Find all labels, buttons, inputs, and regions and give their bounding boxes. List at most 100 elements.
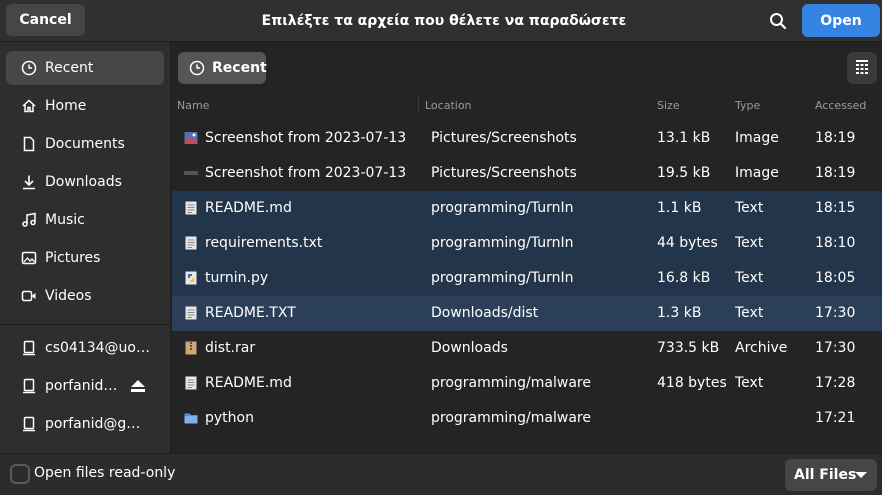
file-location: programming/TurnIn — [431, 235, 574, 251]
file-row[interactable]: README.TXT Downloads/dist 1.3 kB Text 17… — [172, 296, 882, 331]
sidebar-item-downloads[interactable]: Downloads — [6, 165, 164, 199]
file-row[interactable]: README.md programming/TurnIn 1.1 kB Text… — [172, 191, 882, 226]
file-size: 418 bytes — [657, 375, 727, 391]
path-button-label: Recent — [212, 60, 267, 76]
file-row[interactable]: python programming/malware 17:21 — [172, 401, 882, 436]
network-drive-icon — [21, 340, 37, 356]
file-row[interactable]: Screenshot from 2023-07-13 18- Pictures/… — [172, 156, 882, 191]
text-file-icon — [185, 201, 197, 215]
sidebar-item-videos[interactable]: Videos — [6, 279, 164, 313]
file-location: Downloads/dist — [431, 305, 539, 321]
readonly-checkbox[interactable] — [10, 464, 30, 484]
text-file-icon — [185, 306, 197, 320]
sidebar-item-documents[interactable]: Documents — [6, 127, 164, 161]
open-button[interactable]: Open — [802, 4, 880, 37]
text-file-icon — [185, 376, 197, 390]
column-header-type[interactable]: Type — [735, 99, 760, 112]
file-name: README.md — [205, 375, 292, 391]
view-toggle-button[interactable] — [847, 52, 877, 84]
file-row[interactable]: turnin.py programming/TurnIn 16.8 kB Tex… — [172, 261, 882, 296]
grid-view-icon — [856, 60, 868, 74]
file-size: 1.1 kB — [657, 200, 702, 216]
file-accessed: 17:21 — [815, 410, 856, 426]
sidebar-item-label: Documents — [45, 136, 125, 152]
file-name: dist.rar — [205, 340, 256, 356]
file-size: 733.5 kB — [657, 340, 720, 356]
music-icon — [21, 212, 37, 228]
sidebar-item-pictures[interactable]: Pictures — [6, 241, 164, 275]
chevron-down-icon — [855, 472, 867, 478]
file-size: 16.8 kB — [657, 270, 711, 286]
search-icon — [770, 13, 787, 30]
file-row[interactable]: dist.rar Downloads 733.5 kB Archive 17:3… — [172, 331, 882, 366]
file-filter-dropdown[interactable]: All Files — [785, 459, 877, 491]
file-size: 1.3 kB — [657, 305, 702, 321]
download-icon — [21, 174, 37, 190]
file-name: README.TXT — [205, 305, 296, 321]
sidebar-item-label: Home — [45, 98, 87, 114]
sidebar-item-label: porfanid@g… — [45, 416, 141, 432]
dialog-title: Επιλέξτε τα αρχεία που θέλετε να παραδώσ… — [261, 13, 627, 29]
sidebar-item-network-cs04134[interactable]: cs04134@uo… — [6, 331, 164, 365]
file-type: Text — [735, 200, 764, 216]
pictures-icon — [21, 250, 37, 266]
file-row[interactable]: requirements.txt programming/TurnIn 44 b… — [172, 226, 882, 261]
column-divider — [418, 96, 419, 114]
sidebar-separator — [0, 324, 170, 325]
file-accessed: 18:19 — [815, 130, 856, 146]
sidebar-item-label: Pictures — [45, 250, 101, 266]
file-type: Image — [735, 165, 779, 181]
sidebar-item-label: Downloads — [45, 174, 122, 190]
search-button[interactable] — [762, 5, 794, 37]
footer-bar: Open files read-only All Files — [0, 453, 882, 495]
file-location: Downloads — [431, 340, 508, 356]
file-filter-label: All Files — [794, 467, 857, 483]
sidebar-item-network-porfanid-g[interactable]: porfanid@g… — [6, 407, 164, 441]
sidebar-item-drive-porfanid[interactable]: porfanid… — [6, 369, 164, 403]
sidebar-item-label: cs04134@uo… — [45, 340, 150, 356]
home-icon — [21, 98, 37, 114]
file-accessed: 18:15 — [815, 200, 856, 216]
clock-icon — [189, 60, 205, 76]
column-header-accessed[interactable]: Accessed — [815, 99, 866, 112]
column-header-name[interactable]: Name — [177, 99, 209, 112]
eject-icon[interactable] — [130, 379, 146, 393]
file-name: requirements.txt — [205, 235, 323, 251]
file-list: Screenshot from 2023-07-13 18- Pictures/… — [172, 121, 882, 453]
file-location: programming/malware — [431, 410, 591, 426]
file-type: Text — [735, 375, 764, 391]
file-row[interactable]: README.md programming/malware 418 bytes … — [172, 366, 882, 401]
folder-icon — [184, 413, 198, 424]
file-type: Text — [735, 270, 764, 286]
file-type: Image — [735, 130, 779, 146]
file-type: Archive — [735, 340, 788, 356]
sidebar-item-recent[interactable]: Recent — [6, 51, 164, 85]
file-accessed: 17:28 — [815, 375, 856, 391]
readonly-checkbox-label[interactable]: Open files read-only — [34, 465, 175, 481]
path-button-recent[interactable]: Recent — [178, 52, 267, 84]
file-name: README.md — [205, 200, 292, 216]
file-location: Pictures/Screenshots — [431, 130, 577, 146]
python-file-icon — [185, 271, 197, 285]
file-row[interactable]: Screenshot from 2023-07-13 18- Pictures/… — [172, 121, 882, 156]
file-accessed: 18:05 — [815, 270, 856, 286]
file-accessed: 18:19 — [815, 165, 856, 181]
network-drive-icon — [21, 416, 37, 432]
cancel-button[interactable]: Cancel — [6, 4, 85, 36]
clock-icon — [21, 60, 37, 76]
video-icon — [21, 288, 37, 304]
file-size: 44 bytes — [657, 235, 718, 251]
file-accessed: 17:30 — [815, 305, 856, 321]
column-header-size[interactable]: Size — [657, 99, 680, 112]
file-size: 19.5 kB — [657, 165, 711, 181]
sidebar-item-label: Videos — [45, 288, 92, 304]
sidebar-item-home[interactable]: Home — [6, 89, 164, 123]
image-icon — [184, 171, 198, 175]
file-accessed: 17:30 — [815, 340, 856, 356]
file-name: turnin.py — [205, 270, 269, 286]
file-name: Screenshot from 2023-07-13 18- — [205, 165, 411, 181]
column-header-location[interactable]: Location — [425, 99, 472, 112]
sidebar-item-music[interactable]: Music — [6, 203, 164, 237]
file-name: Screenshot from 2023-07-13 18- — [205, 130, 411, 146]
file-location: programming/TurnIn — [431, 200, 574, 216]
